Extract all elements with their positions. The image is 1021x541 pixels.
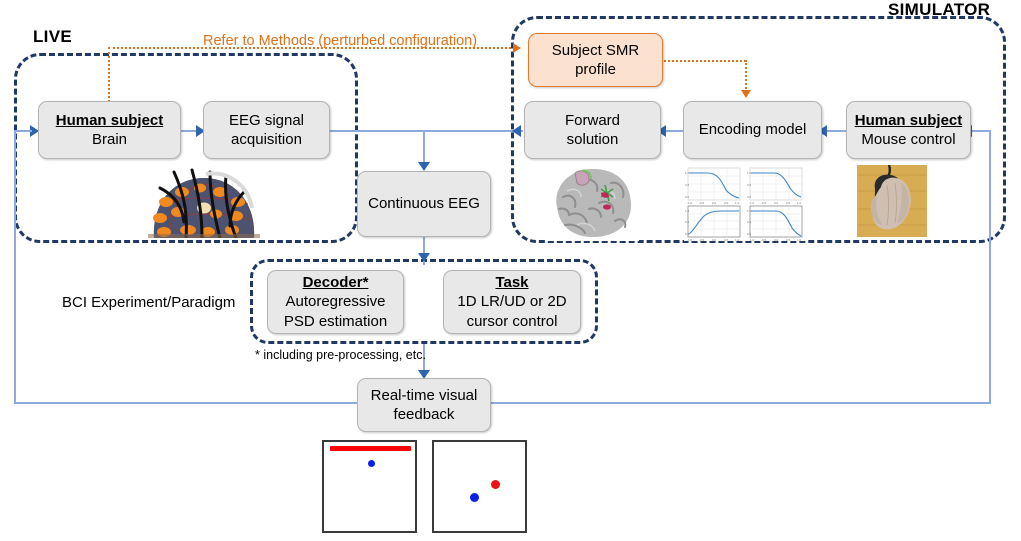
target-bar-1d [330, 446, 411, 451]
perturbed-path-riser [108, 47, 110, 102]
svg-text:1.0: 1.0 [685, 171, 690, 175]
box-eeg-acquisition[interactable]: EEG signal acquisition [203, 101, 330, 159]
svg-text:1.0: 1.0 [797, 201, 802, 205]
perturbed-config-note: Refer to Methods (perturbed configuratio… [203, 33, 478, 49]
svg-text:-0.5: -0.5 [761, 201, 767, 205]
box-decoder-line1: Autoregressive [285, 293, 386, 311]
brain-cortex-render [545, 163, 639, 241]
group-live-label: LIVE [33, 27, 72, 46]
svg-text:0.0: 0.0 [685, 232, 690, 236]
svg-text:-1.0: -1.0 [749, 201, 755, 205]
group-bci-paradigm-label: BCI Experiment/Paradigm [62, 294, 236, 311]
box-encoding-model[interactable]: Encoding model [683, 101, 822, 159]
connector-acquisition-to-bus [330, 130, 523, 132]
svg-text:0.0: 0.0 [747, 195, 752, 199]
decoder-footnote: * including pre-processing, etc. [255, 348, 426, 362]
svg-text:-1.0: -1.0 [687, 201, 693, 205]
svg-text:1.0: 1.0 [735, 238, 740, 241]
cursor-dot-2d [470, 493, 479, 502]
connector-right-feedback-stub [971, 130, 991, 132]
cursor-dot-1d [368, 460, 375, 467]
svg-text:1.0: 1.0 [747, 171, 752, 175]
svg-text:-1.0: -1.0 [749, 238, 755, 241]
svg-text:0.0: 0.0 [685, 195, 690, 199]
box-human-subject-mouse-subtitle: Mouse control [861, 131, 956, 148]
box-eeg-acquisition-line1: EEG signal [228, 111, 305, 129]
svg-text:0.0: 0.0 [774, 238, 779, 241]
eeg-cap-photo [148, 168, 260, 238]
box-subject-smr-profile[interactable]: Subject SMR profile [528, 33, 663, 87]
svg-text:0.5: 0.5 [786, 201, 791, 205]
box-eeg-acquisition-line2: acquisition [231, 131, 302, 148]
box-task-line2: cursor control [466, 312, 558, 330]
svg-text:0.5: 0.5 [724, 238, 729, 241]
svg-text:1.0: 1.0 [735, 201, 740, 205]
connector-bottom-feedback-bus [14, 402, 991, 404]
svg-text:-0.5: -0.5 [761, 238, 767, 241]
feedback-screen-2d[interactable] [432, 440, 527, 533]
svg-text:0.5: 0.5 [747, 220, 752, 224]
smr-to-encoding-vertical [745, 60, 747, 92]
svg-text:0.5: 0.5 [786, 238, 791, 241]
box-task-title: Task [495, 274, 529, 292]
svg-text:0.0: 0.0 [747, 232, 752, 236]
svg-text:1.0: 1.0 [797, 238, 802, 241]
connector-left-feedback-vertical [14, 131, 16, 403]
box-realtime-feedback[interactable]: Real-time visual feedback [357, 378, 491, 432]
box-human-subject-brain-subtitle: Brain [91, 131, 128, 148]
box-continuous-eeg-label: Continuous EEG [368, 195, 480, 213]
box-human-subject-brain[interactable]: Human subject Brain [38, 101, 181, 159]
arrow-forward-solution-inbound [512, 125, 521, 137]
perturbed-path-arrow-into-smr [513, 43, 521, 53]
connector-left-feedback-stub [14, 130, 32, 132]
box-forward-solution-line1: Forward [564, 111, 620, 129]
box-decoder-line2: PSD estimation [283, 312, 388, 330]
box-decoder[interactable]: Decoder* Autoregressive PSD estimation [267, 270, 404, 334]
box-forward-solution-line2: solution [566, 131, 619, 148]
box-task-line1: 1D LR/UD or 2D [457, 293, 567, 311]
connector-right-feedback-vertical [989, 131, 991, 403]
arrow-into-bci-paradigm [418, 253, 430, 262]
arrow-into-continuous-eeg [418, 162, 430, 171]
figure-canvas: LIVE SIMULATOR BCI Experiment/Paradigm R… [0, 0, 1021, 541]
box-encoding-model-label: Encoding model [698, 121, 807, 139]
svg-text:-1.0: -1.0 [687, 238, 693, 241]
svg-text:0.5: 0.5 [724, 201, 729, 205]
feedback-screen-1d[interactable] [322, 440, 417, 533]
svg-text:-0.5: -0.5 [699, 201, 705, 205]
box-realtime-feedback-line2: feedback [393, 406, 455, 423]
svg-text:0.5: 0.5 [685, 183, 690, 187]
box-forward-solution[interactable]: Forward solution [524, 101, 661, 159]
svg-text:0.0: 0.0 [712, 238, 717, 241]
hand-on-mouse-photo [857, 165, 927, 237]
box-subject-smr-profile-line2: profile [575, 61, 616, 78]
group-simulator-label: SIMULATOR [888, 0, 991, 19]
svg-text:1.0: 1.0 [685, 209, 690, 213]
encoding-tuning-curve-plots: 1.0 0.5 0.0 -1.0 -0.5 0.0 0.5 1.0 1.0 0.5 0.0 -1… [684, 166, 806, 241]
smr-to-encoding-arrow [741, 90, 751, 98]
svg-text:1.0: 1.0 [747, 209, 752, 213]
smr-to-encoding-horizontal [661, 60, 746, 62]
box-task[interactable]: Task 1D LR/UD or 2D cursor control [443, 270, 581, 334]
box-realtime-feedback-line1: Real-time visual [370, 386, 478, 404]
box-continuous-eeg[interactable]: Continuous EEG [357, 171, 491, 237]
svg-text:0.0: 0.0 [774, 201, 779, 205]
svg-text:0.5: 0.5 [747, 183, 752, 187]
target-dot-2d [491, 480, 500, 489]
box-human-subject-brain-title: Human subject [55, 111, 164, 129]
svg-text:0.5: 0.5 [685, 220, 690, 224]
svg-text:-0.5: -0.5 [699, 238, 705, 241]
box-human-subject-mouse-title: Human subject [854, 111, 963, 129]
svg-text:0.0: 0.0 [712, 201, 717, 205]
box-subject-smr-profile-line1: Subject SMR [551, 41, 640, 59]
box-decoder-title: Decoder* [302, 274, 369, 292]
box-human-subject-mouse[interactable]: Human subject Mouse control [846, 101, 971, 159]
